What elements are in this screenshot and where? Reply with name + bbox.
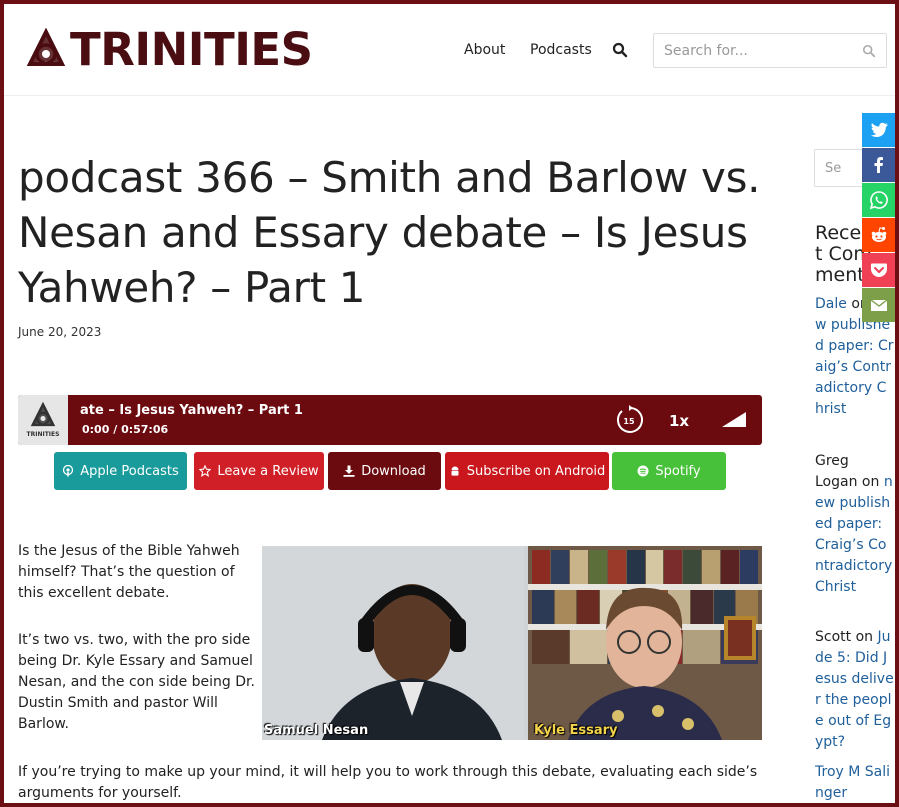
leave-review-button[interactable]: Leave a Review (194, 452, 324, 490)
star-icon (199, 465, 212, 477)
header-search-input[interactable] (654, 34, 844, 67)
post-paragraph-3: If you’re trying to make up your mind, i… (18, 764, 758, 801)
post-paragraph-2: It’s two vs. two, with the pro side bein… (18, 632, 255, 732)
comment-post-link[interactable]: new published paper: Craig’s Contradicto… (815, 474, 893, 595)
email-icon (870, 299, 887, 311)
share-whatsapp-button[interactable] (862, 183, 895, 217)
post-title: podcast 366 – Smith and Barlow vs. Nesan… (18, 153, 761, 312)
download-icon (343, 465, 355, 477)
comment-author: Greg Logan (815, 453, 858, 490)
comment-on-text: on (855, 629, 874, 645)
spotify-button[interactable]: Spotify (612, 452, 726, 490)
rewind-seconds: 15 (623, 417, 635, 426)
spotify-label: Spotify (655, 463, 701, 479)
leave-review-label: Leave a Review (217, 463, 319, 479)
nav-podcasts[interactable]: Podcasts (530, 42, 592, 58)
playback-speed-button[interactable]: 1x (669, 412, 689, 430)
search-icon[interactable] (612, 42, 628, 58)
player-current-time: 0:00 (82, 423, 110, 436)
caption-left-speaker: Samuel Nesan (264, 723, 369, 738)
facebook-icon (874, 157, 883, 173)
comment-on-text: on (861, 474, 880, 490)
pocket-icon (870, 263, 887, 277)
site-logo[interactable]: TRINITIES (24, 23, 313, 76)
android-icon (451, 466, 459, 476)
subscribe-android-label: Subscribe on Android (466, 463, 606, 479)
rewind-15-icon[interactable]: 15 (614, 405, 644, 435)
twitter-icon (870, 122, 888, 137)
debate-screenshot-image: Samuel Nesan Kyle Essary (262, 546, 762, 740)
share-pocket-button[interactable] (862, 253, 895, 287)
subscribe-android-button[interactable]: Subscribe on Android (445, 452, 609, 490)
volume-slider[interactable] (720, 410, 748, 428)
debate-speaker-right-panel (528, 546, 762, 740)
site-name: TRINITIES (70, 23, 313, 76)
share-reddit-button[interactable] (862, 218, 895, 252)
share-twitter-button[interactable] (862, 113, 895, 147)
spotify-icon (637, 465, 649, 477)
comment-author-link[interactable]: Troy M Salinger (815, 764, 890, 801)
player-time: 0:00 / 0:57:06 (82, 423, 168, 436)
share-facebook-button[interactable] (862, 148, 895, 182)
player-thumbnail: TRINITIES (18, 395, 68, 445)
player-duration: / 0:57:06 (113, 423, 169, 436)
speaker-left-figure (262, 546, 524, 740)
reddit-icon (871, 227, 886, 242)
share-email-button[interactable] (862, 288, 895, 322)
triquetra-icon (30, 402, 56, 427)
comment-author: Scott (815, 629, 852, 645)
podcast-icon (63, 465, 74, 477)
search-submit-icon[interactable] (862, 44, 876, 58)
header-search-box (653, 33, 887, 68)
speaker-right-figure (568, 587, 756, 740)
nav-about[interactable]: About (464, 42, 505, 58)
triquetra-icon (26, 28, 66, 66)
whatsapp-icon (869, 191, 888, 210)
recent-comment-item: Scott on Jude 5: Did Jesus deliver the p… (815, 627, 895, 753)
player-episode-title: ate – Is Jesus Yahweh? – Part 1 (80, 403, 303, 418)
recent-comment-item: Troy M Salinger (815, 762, 895, 804)
download-button[interactable]: Download (328, 452, 441, 490)
apple-podcasts-label: Apple Podcasts (80, 463, 179, 479)
podcast-player: TRINITIES ate – Is Jesus Yahweh? – Part … (18, 395, 762, 445)
site-header: TRINITIES About Podcasts (4, 4, 895, 96)
download-label: Download (361, 463, 426, 479)
caption-right-speaker: Kyle Essary (534, 723, 618, 738)
post-date: June 20, 2023 (18, 325, 102, 339)
apple-podcasts-button[interactable]: Apple Podcasts (54, 452, 187, 490)
debate-speaker-left-panel (262, 546, 524, 740)
comment-author-link[interactable]: Dale (815, 296, 847, 312)
recent-comment-item: Greg Logan on new published paper: Craig… (815, 451, 895, 598)
post-paragraph-1: Is the Jesus of the Bible Yahweh himself… (18, 543, 240, 601)
player-thumb-label: TRINITIES (26, 431, 60, 438)
comment-post-link[interactable]: Jude 5: Did Jesus deliver the people out… (815, 629, 894, 750)
